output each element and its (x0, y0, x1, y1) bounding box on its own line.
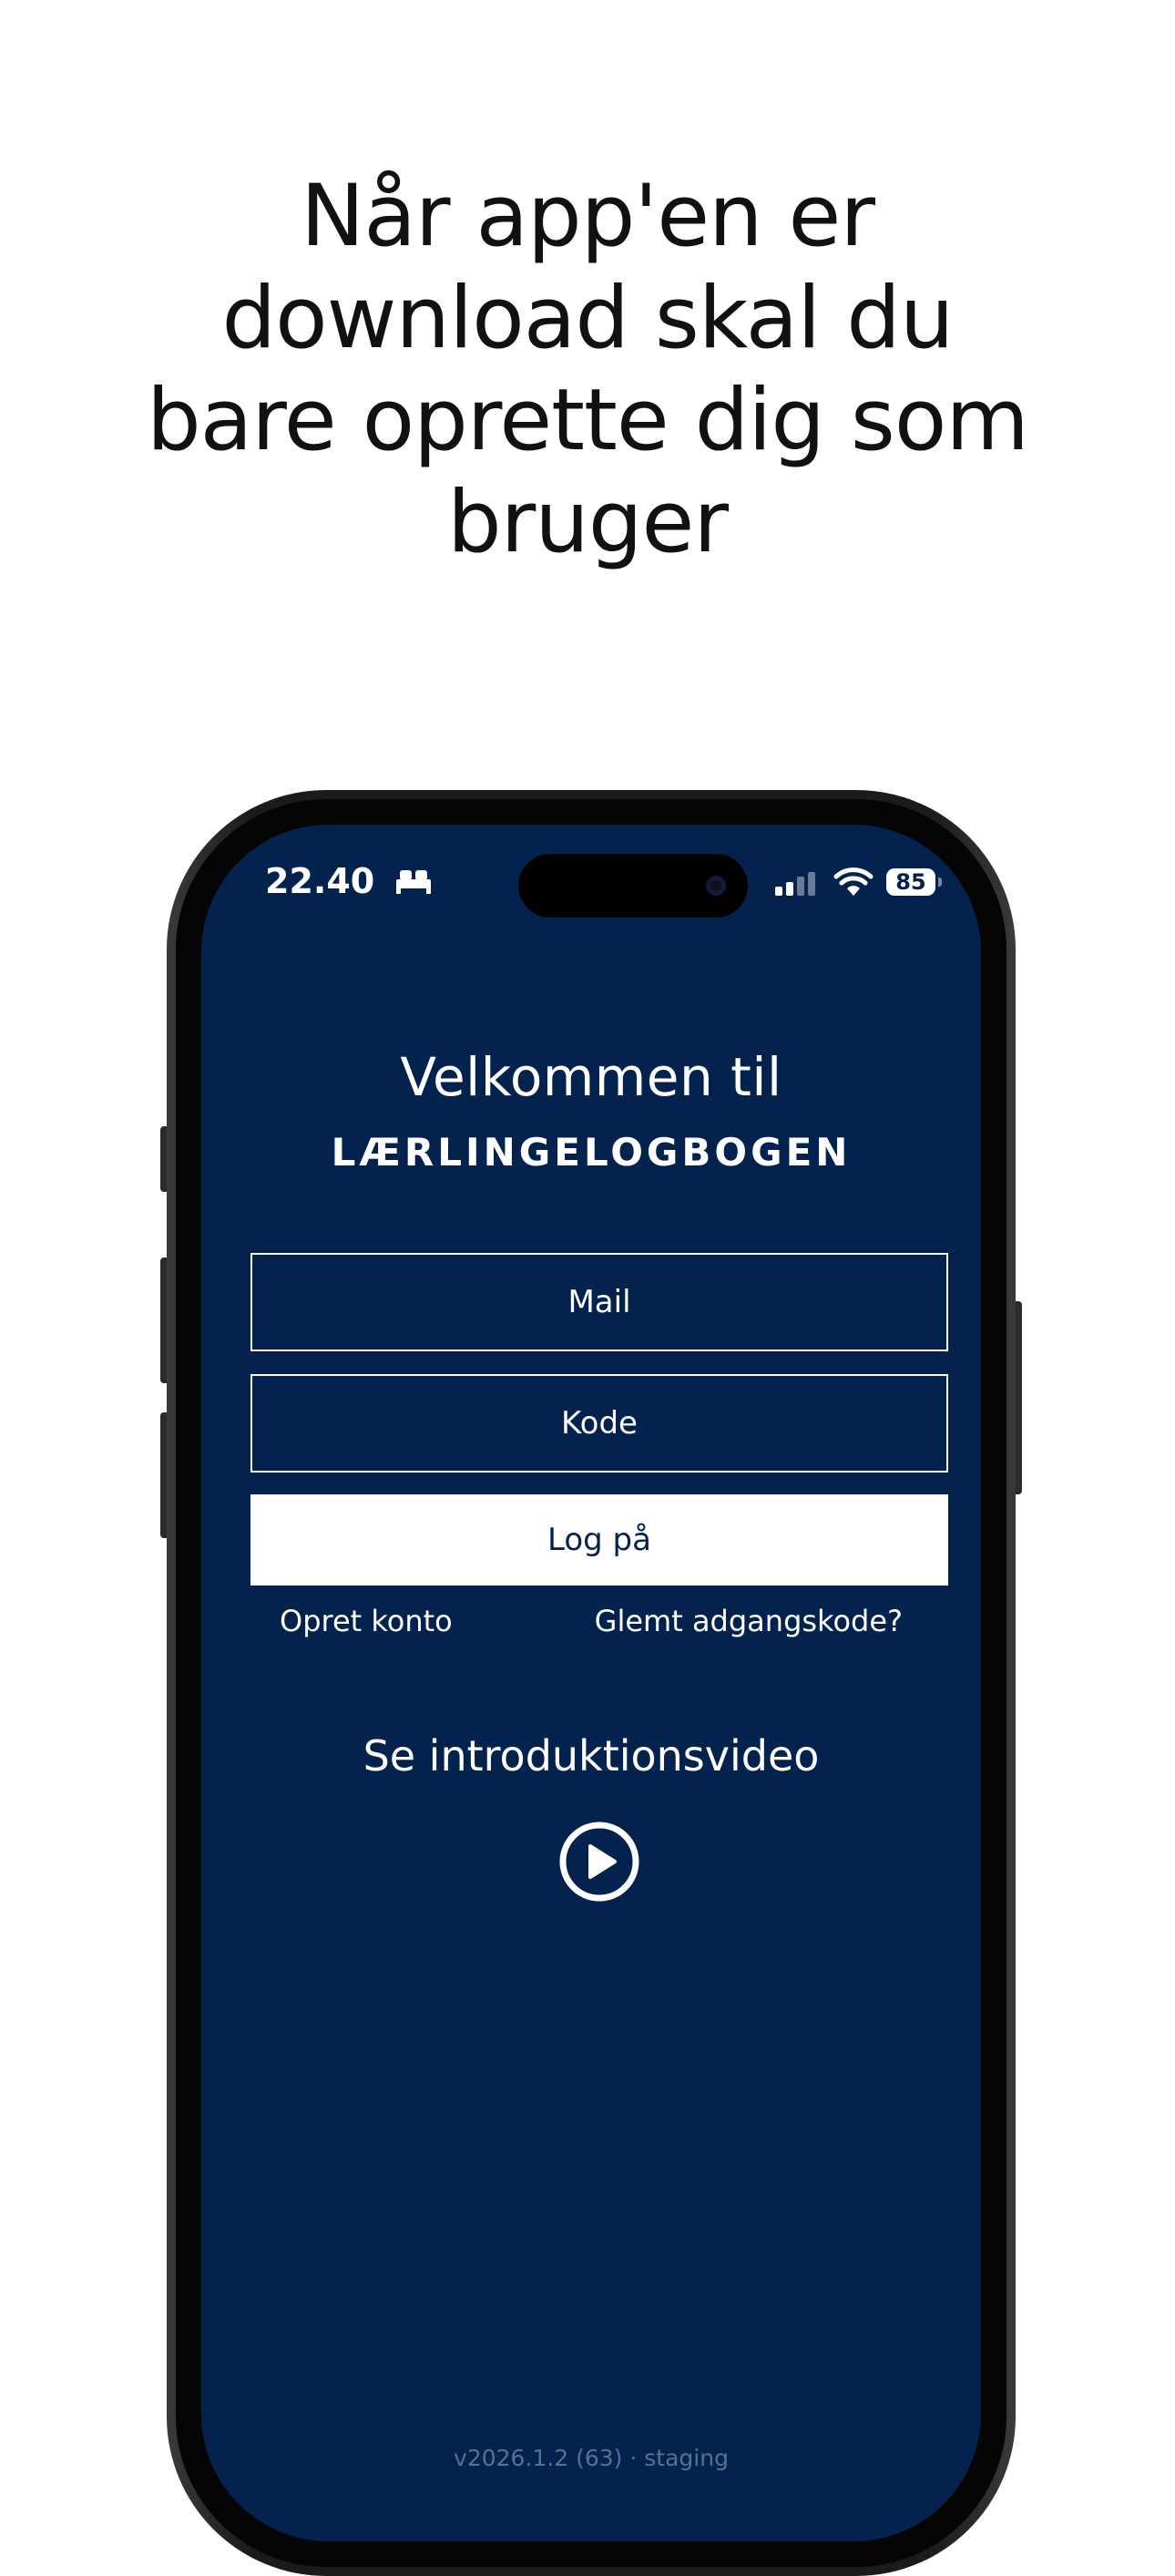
camera-lens (706, 876, 726, 896)
welcome-text: Velkommen til (400, 1046, 782, 1108)
version-label: v2026.1.2 (63) · staging (454, 2445, 729, 2471)
wifi-icon (833, 867, 874, 896)
signal-icon (775, 872, 815, 896)
forgot-password-link[interactable]: Glemt adgangskode? (595, 1604, 903, 1638)
intro-video-title: Se introduktionsvideo (363, 1731, 820, 1781)
headline-line-2: download skal du (221, 269, 954, 368)
phone-frame: 22.40 85 Velkommen til LÆRLINGELOGBOGEN … (167, 790, 1016, 2576)
create-account-link[interactable]: Opret konto (280, 1604, 453, 1638)
headline-line-1: Når app'en er (301, 167, 875, 266)
battery-nub (938, 877, 942, 887)
mail-input[interactable]: Mail (250, 1253, 948, 1351)
status-time: 22.40 (265, 861, 375, 901)
dynamic-island (518, 854, 748, 918)
battery-icon: 85 (886, 868, 935, 896)
marketing-headline: Når app'en er download skal du bare opre… (0, 166, 1175, 574)
bed-icon (396, 870, 431, 894)
phone-bezel: 22.40 85 Velkommen til LÆRLINGELOGBOGEN … (176, 799, 1006, 2567)
login-button[interactable]: Log på (250, 1494, 948, 1586)
play-icon[interactable] (558, 1821, 640, 1903)
headline-line-3: bare oprette dig som (147, 371, 1029, 470)
app-name: LÆRLINGELOGBOGEN (331, 1130, 852, 1175)
app-screen: 22.40 85 Velkommen til LÆRLINGELOGBOGEN … (201, 825, 981, 2541)
headline-line-4: bruger (446, 473, 729, 572)
password-input[interactable]: Kode (250, 1374, 948, 1473)
